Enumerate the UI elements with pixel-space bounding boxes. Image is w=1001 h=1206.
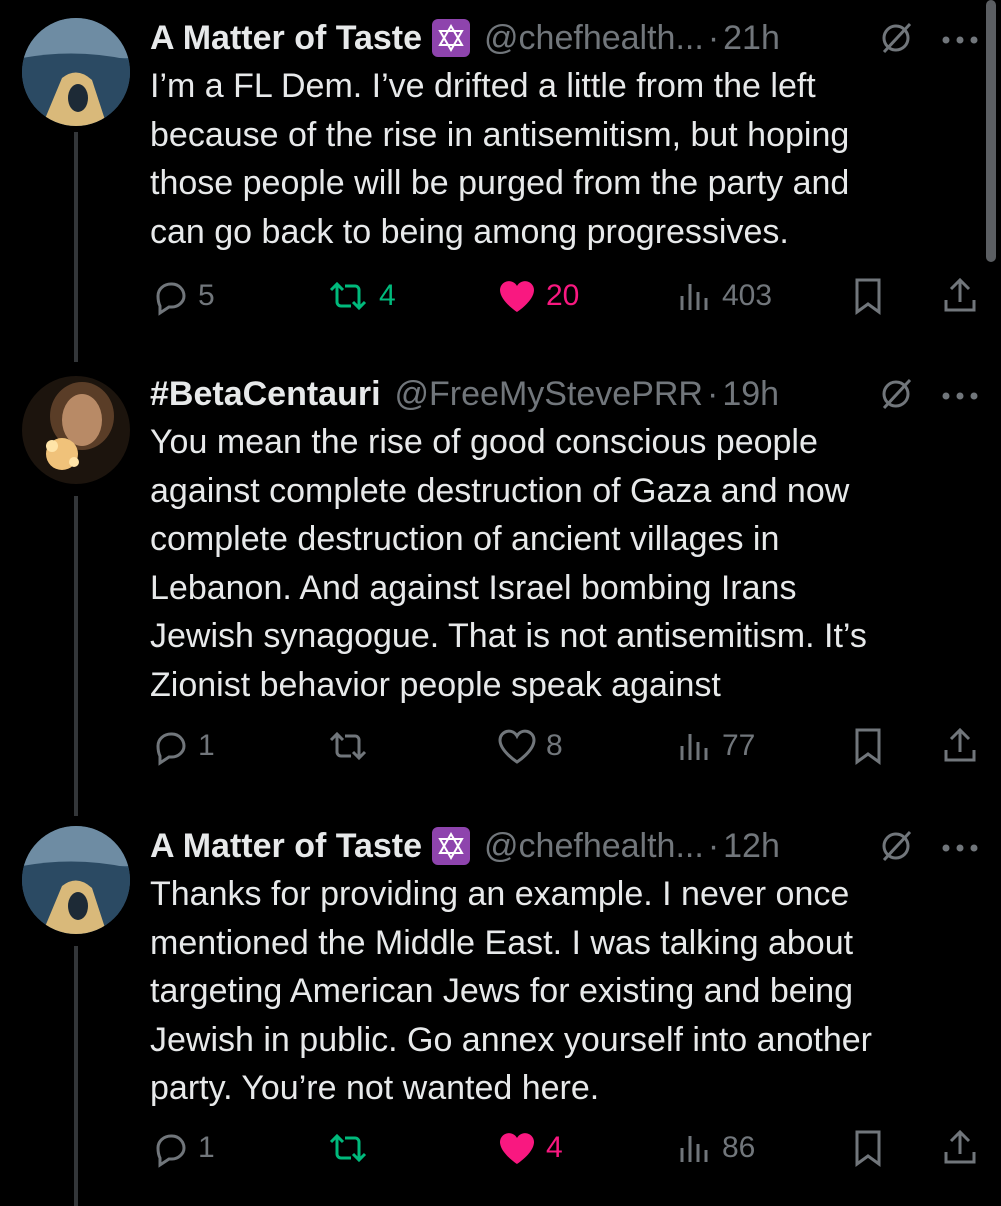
- action-bar: 1 4 86: [150, 1128, 1001, 1168]
- tweet-text: I’m a FL Dem. I’ve drifted a little from…: [150, 67, 850, 251]
- handle[interactable]: @chefhealth...: [484, 827, 704, 866]
- reply-button[interactable]: 1: [150, 1128, 215, 1168]
- display-name[interactable]: A Matter of Taste: [150, 19, 422, 58]
- separator: ·: [707, 18, 720, 57]
- thread-line: [74, 946, 78, 1206]
- like-icon: [500, 281, 534, 312]
- repost-icon: [329, 281, 367, 311]
- views-icon: [680, 734, 708, 760]
- more-icon[interactable]: [940, 842, 980, 854]
- reply-count: 1: [198, 729, 215, 762]
- like-button[interactable]: 20: [496, 276, 579, 316]
- repost-count: 4: [379, 279, 396, 312]
- reply-count: 5: [198, 279, 215, 312]
- reply-button[interactable]: 5: [150, 276, 215, 316]
- grok-icon[interactable]: [878, 20, 914, 56]
- reply-icon: [156, 282, 186, 316]
- thread-line: [74, 132, 78, 362]
- tweet-header: A Matter of Taste @chefhealth... · 21h: [150, 14, 1001, 62]
- grok-icon[interactable]: [878, 376, 914, 412]
- tweet-header: A Matter of Taste @chefhealth... · 12h: [150, 822, 1001, 870]
- handle[interactable]: @chefhealth...: [484, 19, 704, 58]
- repost-button[interactable]: [325, 726, 379, 766]
- tweet-1[interactable]: A Matter of Taste @chefhealth... · 21h I…: [0, 14, 1001, 362]
- views-button[interactable]: 403: [674, 276, 772, 316]
- share-icon[interactable]: [940, 276, 980, 316]
- views-button[interactable]: 77: [674, 726, 755, 766]
- avatar[interactable]: [22, 376, 130, 484]
- thread-line: [74, 496, 78, 816]
- bookmark-icon[interactable]: [850, 726, 886, 766]
- share-icon[interactable]: [940, 726, 980, 766]
- tweet-text: You mean the rise of good conscious peop…: [150, 423, 867, 704]
- display-name[interactable]: #BetaCentauri: [150, 375, 381, 414]
- avatar[interactable]: [22, 18, 130, 126]
- tweet-text: Thanks for providing an example. I never…: [150, 875, 872, 1107]
- views-icon: [680, 284, 708, 310]
- views-icon: [680, 1136, 708, 1162]
- repost-icon: [329, 731, 367, 761]
- timestamp[interactable]: 19h: [722, 375, 779, 414]
- timestamp[interactable]: 21h: [723, 19, 780, 58]
- like-count: 4: [546, 1131, 563, 1164]
- reply-icon: [156, 732, 186, 766]
- reply-icon: [156, 1134, 186, 1168]
- views-count: 403: [722, 279, 773, 312]
- avatar[interactable]: [22, 826, 130, 934]
- views-count: 77: [722, 729, 756, 762]
- like-count: 20: [546, 279, 580, 312]
- repost-button[interactable]: 4: [325, 276, 396, 316]
- tweet-3[interactable]: A Matter of Taste @chefhealth... · 12h T…: [0, 822, 1001, 1206]
- action-bar: 1 8 77: [150, 726, 1001, 766]
- like-count: 8: [546, 729, 563, 762]
- repost-button[interactable]: [325, 1128, 379, 1168]
- star-of-david-badge-icon: [432, 827, 471, 865]
- reply-count: 1: [198, 1131, 215, 1164]
- repost-icon: [329, 1133, 367, 1163]
- like-button[interactable]: 8: [496, 726, 563, 766]
- reply-button[interactable]: 1: [150, 726, 215, 766]
- bookmark-icon[interactable]: [850, 276, 886, 316]
- share-icon[interactable]: [940, 1128, 980, 1168]
- handle[interactable]: @FreeMyStevePRR: [395, 375, 703, 414]
- separator: ·: [707, 826, 720, 865]
- more-icon[interactable]: [940, 390, 980, 402]
- like-button[interactable]: 4: [496, 1128, 563, 1168]
- star-of-david-badge-icon: [432, 19, 471, 57]
- tweet-2[interactable]: #BetaCentauri @FreeMyStevePRR · 19h You …: [0, 370, 1001, 816]
- grok-icon[interactable]: [878, 828, 914, 864]
- timestamp[interactable]: 12h: [723, 827, 780, 866]
- tweet-header: #BetaCentauri @FreeMyStevePRR · 19h: [150, 370, 1001, 418]
- action-bar: 5 4 20 403: [150, 276, 1001, 316]
- display-name[interactable]: A Matter of Taste: [150, 827, 422, 866]
- like-icon: [498, 729, 536, 764]
- more-icon[interactable]: [940, 34, 980, 46]
- separator: ·: [707, 374, 719, 413]
- views-count: 86: [722, 1131, 756, 1164]
- like-icon: [500, 1133, 534, 1164]
- bookmark-icon[interactable]: [850, 1128, 886, 1168]
- views-button[interactable]: 86: [674, 1128, 755, 1168]
